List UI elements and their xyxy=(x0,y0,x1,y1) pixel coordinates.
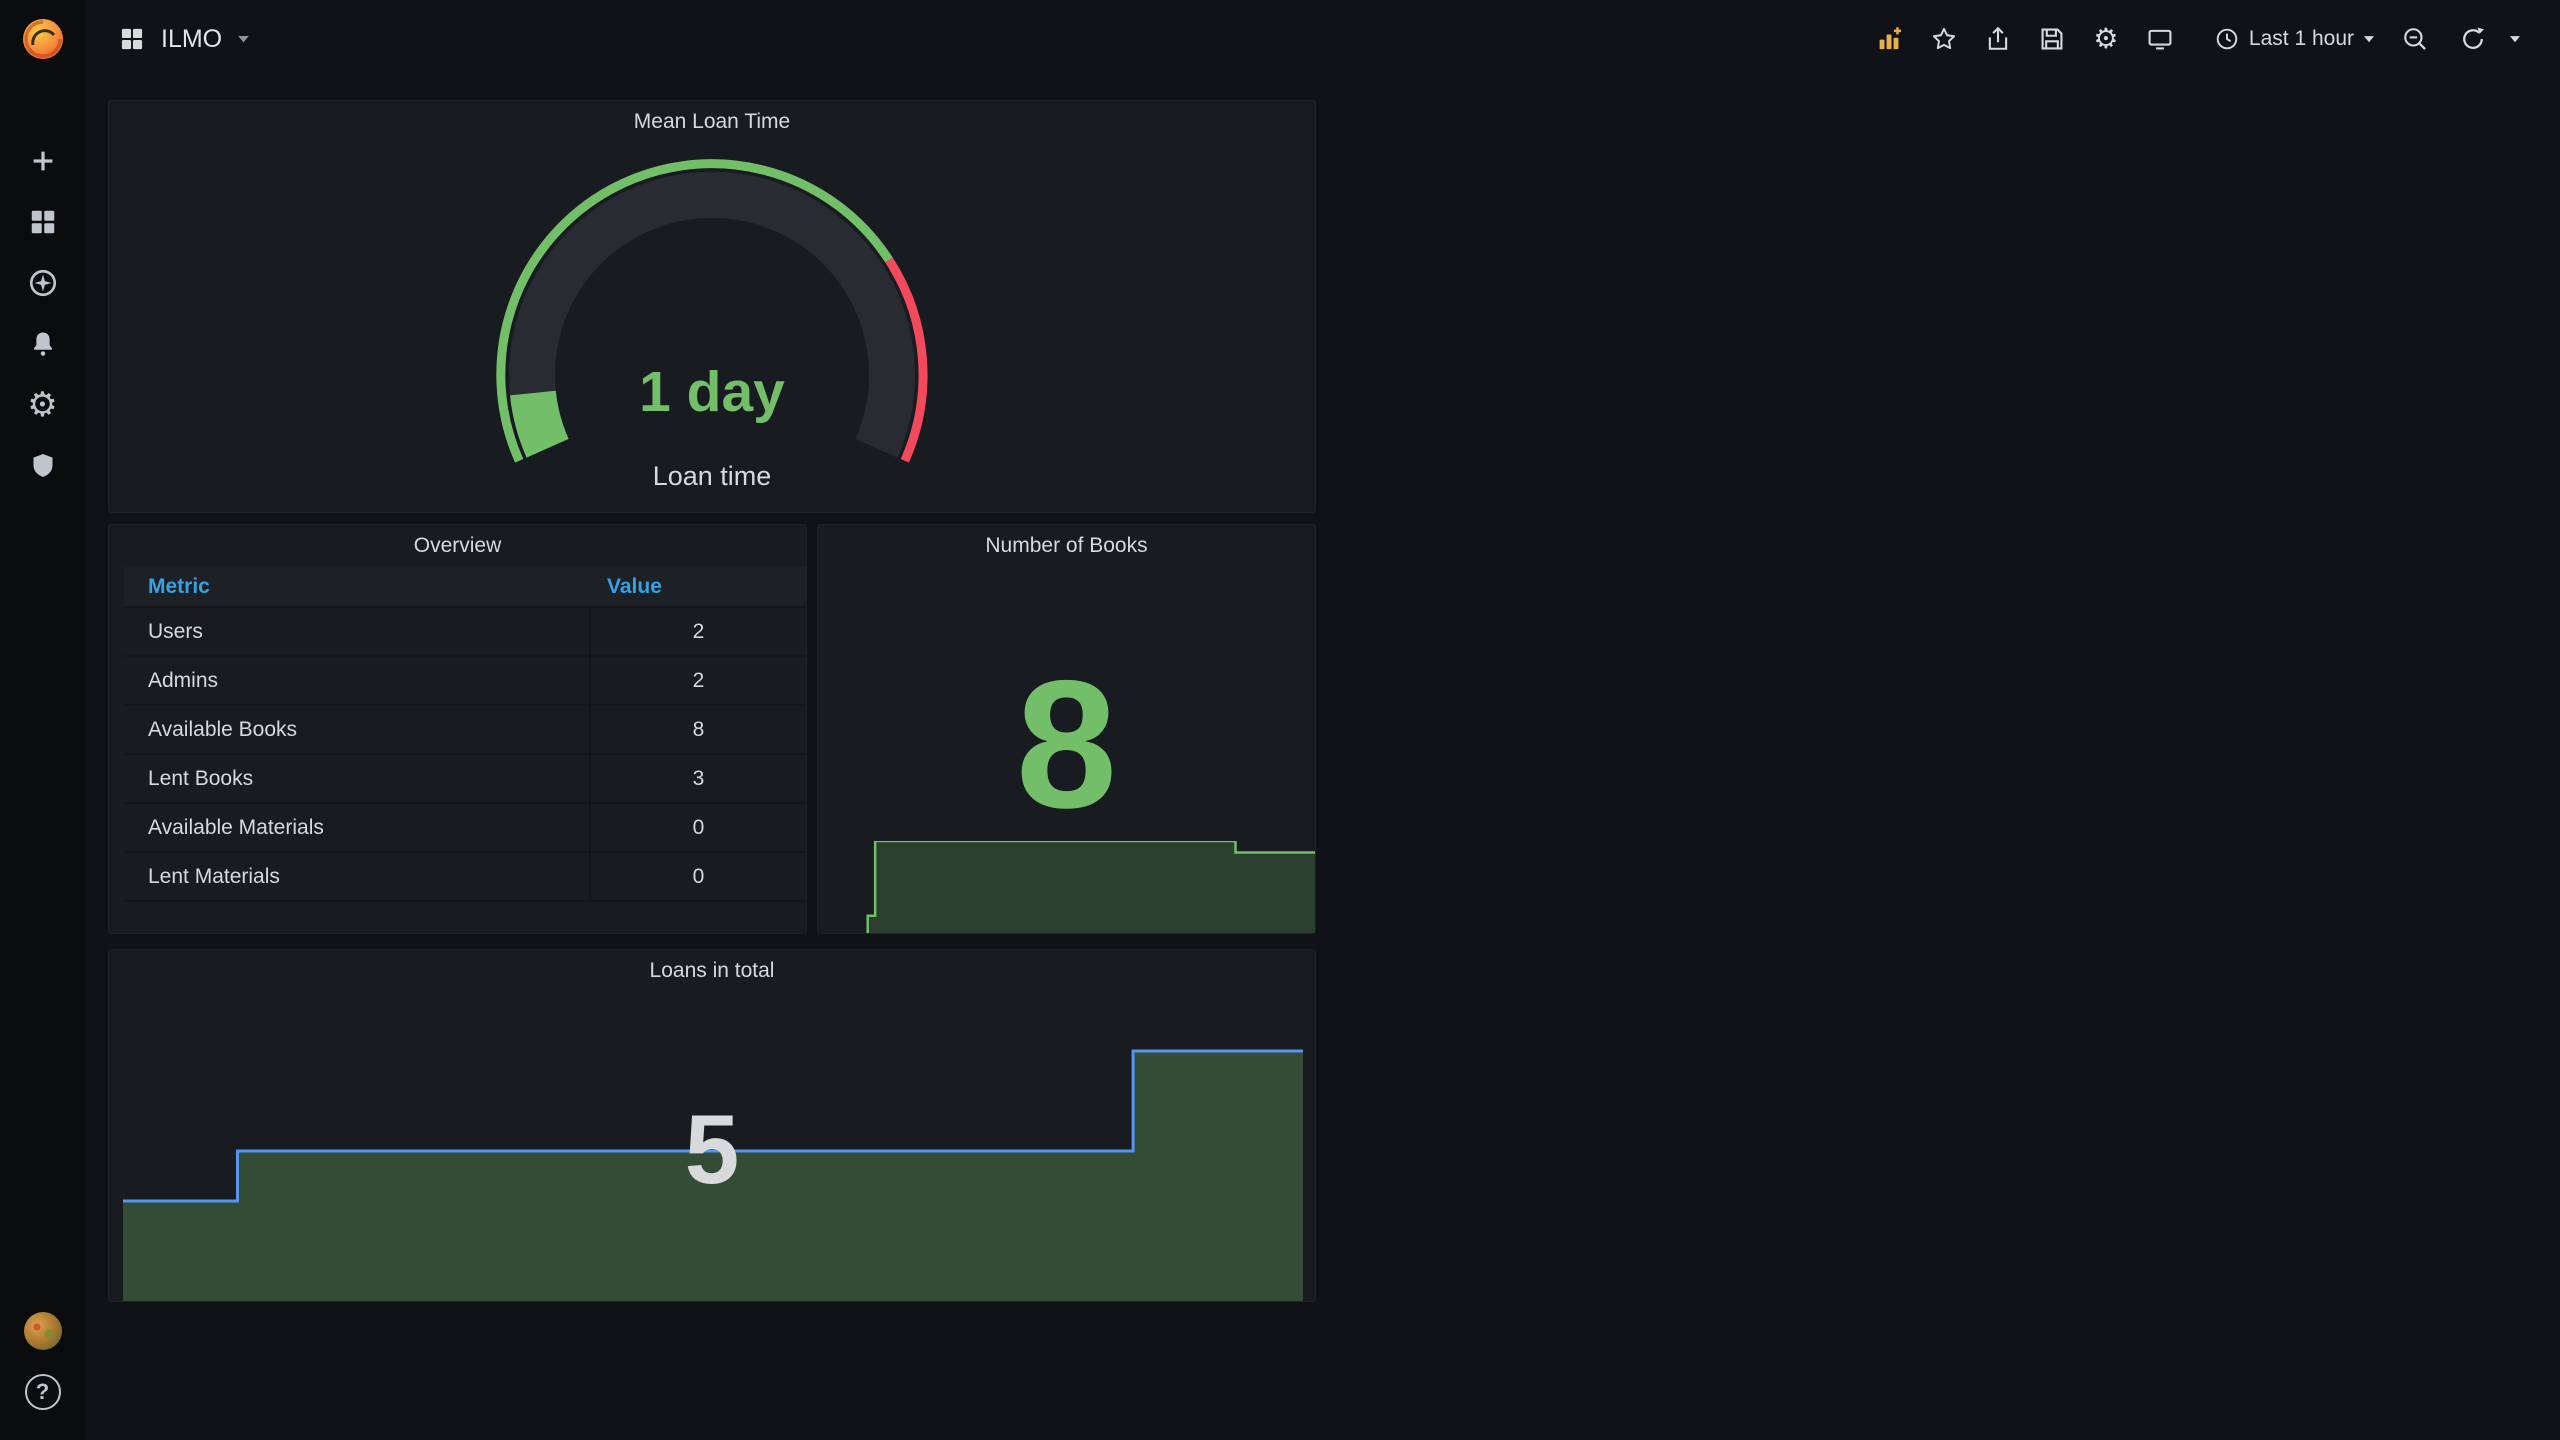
panel-title[interactable]: Number of Books xyxy=(818,525,1315,567)
gauge-arc xyxy=(496,159,928,463)
panel-mean-loan-time: Mean Loan Time 1 day Loan time xyxy=(108,100,1316,513)
sparkline-area xyxy=(818,841,1315,933)
table-row: Users 2 xyxy=(124,608,806,657)
metric-cell: Available Materials xyxy=(124,804,591,851)
sidebar-item-server-admin[interactable] xyxy=(0,435,85,496)
time-range-label: Last 1 hour xyxy=(2248,27,2354,50)
sidebar-item-user-profile[interactable] xyxy=(0,1300,85,1361)
shield-icon xyxy=(33,453,52,477)
save-button[interactable] xyxy=(2029,16,2075,62)
star-icon xyxy=(1932,27,1955,50)
overview-table: Metric Value Users 2 Admins 2 Available Book… xyxy=(109,567,806,902)
overview-table-head: Metric Value xyxy=(124,567,806,608)
zoom-out-button[interactable] xyxy=(2392,16,2438,62)
navbar: ILMO ⚙ Last 1 hour xyxy=(85,0,2560,78)
plus-icon xyxy=(33,151,52,170)
gauge-chart[interactable]: 1 day xyxy=(482,151,942,487)
dashboard-settings-button[interactable]: ⚙ xyxy=(2083,16,2129,62)
sidebar-item-alerting[interactable] xyxy=(0,313,85,374)
gear-icon: ⚙ xyxy=(27,384,58,425)
column-header-metric[interactable]: Metric xyxy=(124,567,591,606)
overview-table-body: Users 2 Admins 2 Available Books 8 Lent Books 3… xyxy=(124,608,806,902)
sidebar: ⚙ ? xyxy=(0,0,85,1440)
column-header-value[interactable]: Value xyxy=(591,567,806,606)
loans-value: 5 xyxy=(684,1094,740,1204)
panel-title[interactable]: Mean Loan Time xyxy=(109,101,1315,143)
share-button[interactable] xyxy=(1975,16,2021,62)
sidebar-item-help[interactable]: ? xyxy=(0,1361,85,1422)
question-mark-icon: ? xyxy=(24,1373,61,1410)
table-row: Lent Books 3 xyxy=(124,755,806,804)
share-icon xyxy=(1988,26,2008,50)
bell-icon xyxy=(33,332,52,356)
sidebar-item-explore[interactable] xyxy=(0,252,85,313)
apps-grid-icon xyxy=(121,28,143,50)
navbar-actions: ⚙ Last 1 hour xyxy=(1867,16,2530,62)
books-value: 8 xyxy=(1015,642,1118,846)
compass-icon xyxy=(29,269,56,296)
panel-title[interactable]: Overview xyxy=(109,525,806,567)
grafana-logo-icon xyxy=(22,19,63,59)
metric-cell: Users xyxy=(124,608,591,655)
sidebar-menu: ⚙ xyxy=(0,130,85,496)
value-cell: 2 xyxy=(692,619,705,643)
metric-cell: Available Books xyxy=(124,706,591,753)
grid-icon xyxy=(31,210,54,233)
magnifier-minus-icon xyxy=(2404,28,2426,50)
panel-number-of-books: Number of Books 8 xyxy=(817,524,1316,934)
sidebar-item-dashboards[interactable] xyxy=(0,191,85,252)
table-row: Lent Materials 0 xyxy=(124,853,806,902)
gauge-metric-label: Loan time xyxy=(652,461,772,491)
value-cell: 0 xyxy=(692,815,705,839)
caret-down-icon xyxy=(2364,35,2374,42)
sidebar-item-configuration[interactable]: ⚙ xyxy=(0,374,85,435)
table-row: Available Materials 0 xyxy=(124,804,806,853)
refresh-button[interactable] xyxy=(2446,16,2492,62)
value-cell: 3 xyxy=(692,766,705,790)
panel-title[interactable]: Loans in total xyxy=(109,950,1315,992)
cycle-view-button[interactable] xyxy=(2137,16,2183,62)
value-cell: 8 xyxy=(692,717,705,741)
time-picker-button[interactable]: Last 1 hour xyxy=(2205,16,2384,62)
caret-down-icon xyxy=(2510,35,2520,42)
panel-overview: Overview Metric Value Users 2 Admins 2 Avail… xyxy=(108,524,807,934)
metric-cell: Admins xyxy=(124,657,591,704)
save-icon xyxy=(2041,28,2063,50)
value-cell: 0 xyxy=(692,864,705,888)
books-sparkline[interactable] xyxy=(818,841,1315,933)
add-panel-icon xyxy=(1879,27,1901,50)
value-cell: 2 xyxy=(692,668,705,692)
tv-icon xyxy=(2148,29,2172,50)
add-panel-button[interactable] xyxy=(1867,16,1913,62)
refresh-interval-button[interactable] xyxy=(2500,16,2530,62)
table-row: Admins 2 xyxy=(124,657,806,706)
gear-icon: ⚙ xyxy=(2093,22,2119,55)
metric-cell: Lent Materials xyxy=(124,853,591,900)
table-row: Available Books 8 xyxy=(124,706,806,755)
panel-loans-in-total: Loans in total 5 xyxy=(108,949,1316,1302)
dashboard-title-button[interactable]: ILMO xyxy=(119,25,249,54)
caret-down-icon xyxy=(238,35,249,42)
sidebar-item-create[interactable] xyxy=(0,130,85,191)
clock-icon xyxy=(2216,28,2238,50)
gauge-value: 1 day xyxy=(639,360,785,424)
favorite-button[interactable] xyxy=(1921,16,1967,62)
metric-cell: Lent Books xyxy=(124,755,591,802)
page-title: ILMO xyxy=(161,24,223,53)
sidebar-bottom: ? xyxy=(0,1300,85,1440)
avatar xyxy=(23,1311,62,1350)
grafana-logo[interactable] xyxy=(0,0,85,78)
refresh-icon xyxy=(2463,27,2484,49)
dashboard-grid: Mean Loan Time 1 day Loan time Overview … xyxy=(85,78,2560,1440)
